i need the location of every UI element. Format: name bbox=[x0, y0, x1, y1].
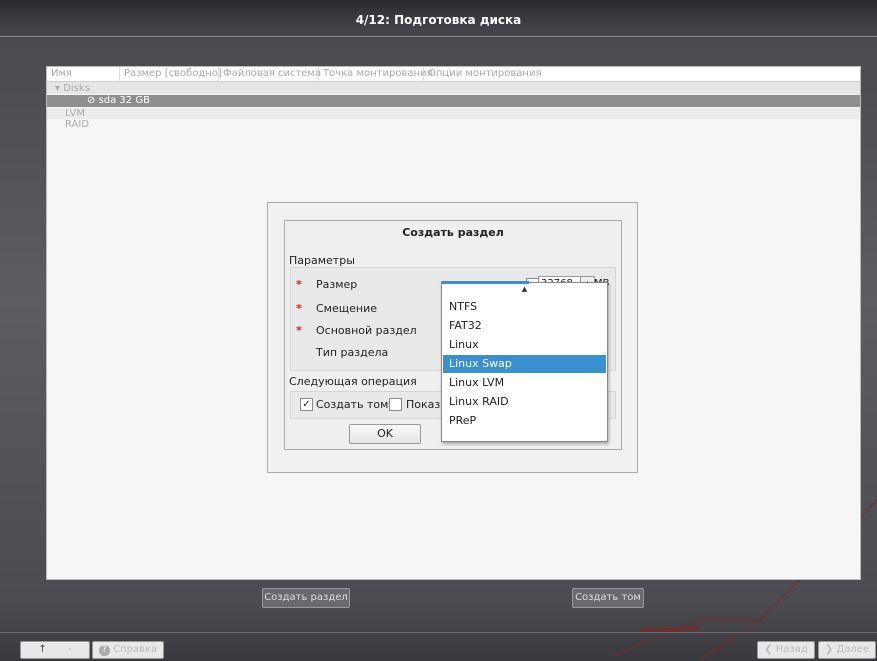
help-icon: ? bbox=[98, 645, 110, 656]
up-button[interactable]: ↑ - bbox=[20, 641, 90, 659]
required-icon: * bbox=[296, 324, 302, 337]
title-separator bbox=[0, 36, 877, 37]
tree-row-lvm[interactable]: LVM bbox=[47, 108, 860, 119]
column-mountpoint[interactable]: Точка монтирования bbox=[319, 67, 433, 81]
column-size[interactable]: Размер [свободно] bbox=[120, 67, 222, 81]
up-arrow-icon: ↑ bbox=[38, 644, 47, 655]
partition-type-dropdown[interactable]: ▲ NTFS FAT32 Linux Linux Swap Linux LVM … bbox=[441, 282, 608, 442]
type-option-linux-raid[interactable]: Linux RAID bbox=[443, 393, 606, 411]
column-filesystem[interactable]: Файловая система bbox=[219, 67, 321, 81]
next-operation-label: Следующая операция bbox=[289, 375, 417, 388]
type-combo-edge bbox=[441, 281, 529, 284]
table-header: Имя Размер [свободно] Файловая система Т… bbox=[47, 67, 860, 82]
tree-row-sda[interactable]: ⊘ sda 32 GB bbox=[47, 95, 860, 107]
help-button[interactable]: ? Справка bbox=[92, 641, 164, 659]
create-partition-button[interactable]: Создать раздел bbox=[262, 588, 350, 608]
tree-item-label: RAID bbox=[65, 119, 90, 130]
next-label: Далее bbox=[836, 644, 870, 655]
create-volume-button[interactable]: Создать том bbox=[572, 588, 644, 608]
tree-item-label: Disks bbox=[63, 83, 90, 94]
primary-partition-label: Основной раздел bbox=[316, 324, 417, 337]
size-label: Размер bbox=[316, 278, 358, 291]
tree-item-label: LVM bbox=[65, 108, 85, 119]
offset-label: Смещение bbox=[316, 302, 377, 315]
back-label: Назад bbox=[775, 644, 808, 655]
next-arrow-icon: ❯ bbox=[824, 644, 834, 655]
tree-row-raid[interactable]: RAID bbox=[47, 119, 860, 130]
help-label: Справка bbox=[113, 644, 158, 655]
type-option-ntfs[interactable]: NTFS bbox=[443, 298, 606, 316]
ok-button[interactable]: OK bbox=[349, 424, 421, 444]
back-button[interactable]: ❮ Назад bbox=[757, 641, 815, 659]
required-icon: * bbox=[296, 302, 302, 315]
create-volume-label: Создать том bbox=[316, 398, 389, 411]
tree-item-label: sda 32 GB bbox=[98, 95, 150, 106]
partition-type-label: Тип раздела bbox=[316, 346, 389, 359]
tree-row-disks[interactable]: ▾ Disks bbox=[47, 83, 868, 94]
type-option-linux[interactable]: Linux bbox=[443, 336, 606, 354]
type-option-fat32[interactable]: FAT32 bbox=[443, 317, 606, 335]
disk-icon: ⊘ bbox=[87, 95, 99, 106]
scroll-up-icon[interactable]: ▲ bbox=[442, 285, 607, 293]
type-option-linux-swap[interactable]: Linux Swap bbox=[443, 355, 606, 373]
expander-icon[interactable]: ▾ bbox=[55, 83, 60, 94]
column-name[interactable]: Имя bbox=[47, 67, 120, 81]
window-title: 4/12: Подготовка диска bbox=[355, 13, 522, 27]
column-mount-options[interactable]: Опции монтирования bbox=[424, 67, 541, 81]
type-option-prep[interactable]: PReP bbox=[443, 412, 606, 430]
create-volume-checkbox[interactable]: ✓ bbox=[300, 398, 313, 411]
dialog-title: Создать раздел bbox=[402, 226, 504, 239]
required-icon: * bbox=[296, 278, 302, 291]
next-button[interactable]: ❯ Далее bbox=[818, 641, 876, 659]
back-arrow-icon: ❮ bbox=[764, 644, 773, 655]
dash-label: - bbox=[67, 644, 72, 655]
footer-separator bbox=[0, 632, 877, 633]
type-option-linux-lvm[interactable]: Linux LVM bbox=[443, 374, 606, 392]
params-label: Параметры bbox=[289, 254, 355, 267]
show-checkbox[interactable] bbox=[389, 398, 402, 411]
